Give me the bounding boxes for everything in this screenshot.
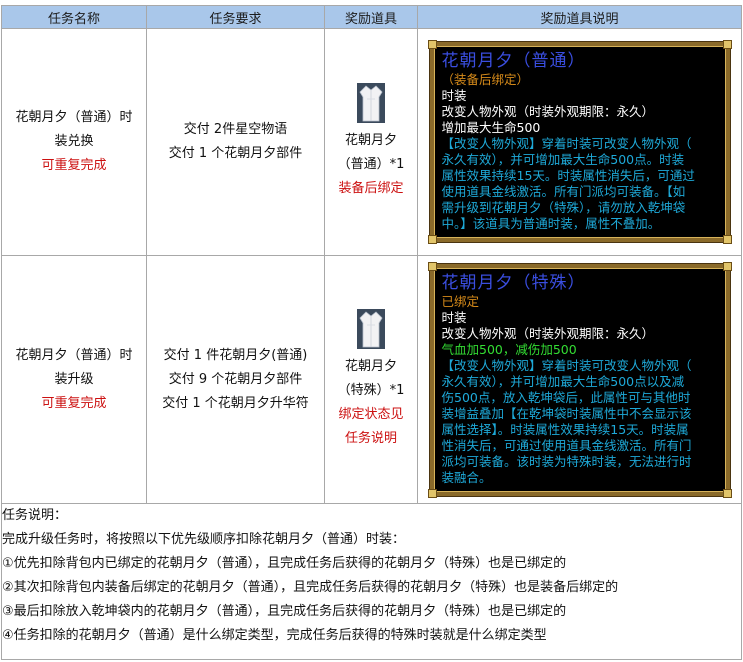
reward-bind-label: 装备后绑定 bbox=[338, 181, 404, 196]
note-line: 完成升级任务时，将按照以下优先级顺序扣除花朝月夕（普通）时装： bbox=[2, 532, 406, 547]
tooltip-title: 花朝月夕（特殊） bbox=[441, 272, 586, 293]
note-line: ②其次扣除背包内装备后绑定的花朝月夕（普通），且完成任务后获得的花朝月夕（特殊）… bbox=[2, 580, 619, 595]
robe-icon bbox=[357, 308, 385, 349]
header-task-name: 任务名称 bbox=[1, 5, 147, 29]
task-name-cell: 花朝月夕（普通）时 装升级 可重复完成 bbox=[1, 255, 147, 504]
tooltip-cell: 花朝月夕（普通） （装备后绑定） 时装 改变人物外观（时装外观期限：永久） 增加… bbox=[417, 28, 742, 256]
note-line: ③最后扣除放入乾坤袋内的花朝月夕（普通），且完成任务后获得的花朝月夕（特殊）也是… bbox=[2, 604, 567, 619]
page: 任务名称 任务要求 奖励道具 奖励道具说明 花朝月夕（普通）时 装兑换 可重复完… bbox=[0, 0, 743, 662]
reward-name-line: 花朝月夕 bbox=[344, 358, 397, 374]
note-title: 任务说明： bbox=[2, 508, 68, 523]
table-row: 花朝月夕（普通）时 装兑换 可重复完成 交付 2件星空物语 交付 1 个花朝月夕… bbox=[1, 28, 742, 256]
tooltip-desc-line: 中。】该道具为普通时装，属性不叠加。 bbox=[441, 216, 661, 231]
robe-icon bbox=[357, 83, 385, 123]
header-reward-description: 奖励道具说明 bbox=[417, 5, 742, 29]
tooltip-desc-line: 属性选择】。时装属性效果持续15天。时装属 bbox=[441, 421, 689, 437]
task-name-line: 花朝月夕（普通）时 bbox=[15, 110, 133, 125]
task-name-line: 装升级 bbox=[54, 371, 94, 387]
requirement-line: 交付 1 个花朝月夕部件 bbox=[168, 146, 303, 161]
task-name-line: 花朝月夕（普通）时 bbox=[15, 347, 133, 363]
tooltip-desc-line: 使用道具金线激活。所有门派均可装备。【如 bbox=[441, 184, 686, 199]
header-row: 任务名称 任务要求 奖励道具 奖励道具说明 bbox=[1, 5, 742, 29]
tooltip-line: 时装 bbox=[441, 88, 467, 103]
tooltip-desc-line: 伤500点，放入乾坤袋后，此属性可与其他时 bbox=[441, 389, 691, 405]
tooltip-desc-line: 派均可装备。该时装为特殊时装，无法进行时 bbox=[441, 453, 692, 469]
task-table: 任务名称 任务要求 奖励道具 奖励道具说明 花朝月夕（普通）时 装兑换 可重复完… bbox=[1, 5, 742, 660]
task-name-cell: 花朝月夕（普通）时 装兑换 可重复完成 bbox=[1, 28, 147, 256]
requirement-cell: 交付 1 件花朝月夕(普通) 交付 9 个花朝月夕部件 交付 1 个花朝月夕升华… bbox=[146, 255, 325, 504]
table-row: 花朝月夕（普通）时 装升级 可重复完成 交付 1 件花朝月夕(普通) 交付 9 … bbox=[1, 255, 742, 504]
tooltip-bind: （装备后绑定） bbox=[441, 72, 530, 87]
tooltip-bind: 已绑定 bbox=[441, 293, 480, 309]
header-reward-item: 奖励道具 bbox=[324, 5, 418, 29]
task-name-line: 装兑换 bbox=[54, 134, 94, 149]
reward-bind-line: 绑定状态见 bbox=[338, 406, 404, 422]
tooltip-desc-line: 装融合。 bbox=[441, 469, 492, 485]
task-note: 任务说明： 完成升级任务时，将按照以下优先级顺序扣除花朝月夕（普通）时装： ①优… bbox=[1, 503, 742, 660]
tooltip-title: 花朝月夕（普通） bbox=[441, 51, 586, 71]
reward-cell: 花朝月夕 （特殊）*1 绑定状态见 任务说明 bbox=[324, 255, 418, 504]
requirement-line: 交付 1 个花朝月夕升华符 bbox=[162, 395, 309, 411]
requirement-line: 交付 1 件花朝月夕(普通) bbox=[163, 347, 308, 363]
tooltip-line: 增加最大生命500 bbox=[441, 120, 541, 135]
tooltip-desc-line: 【改变人物外观】穿着时装可改变人物外观（ bbox=[441, 357, 692, 373]
tooltip-line: 改变人物外观（时装外观期限：永久） bbox=[441, 104, 655, 119]
requirement-line: 交付 2件星空物语 bbox=[183, 122, 288, 137]
repeatable-label: 可重复完成 bbox=[41, 158, 107, 173]
requirement-line: 交付 9 个花朝月夕部件 bbox=[168, 371, 303, 387]
tooltip-desc-line: 性消失后，可通过使用道具金线激活。所有门 bbox=[441, 437, 692, 453]
item-tooltip: 花朝月夕（特殊） 已绑定 时装 改变人物外观（时装外观期限：永久） 气血加500… bbox=[427, 261, 732, 498]
note-line: ④任务扣除的花朝月夕（普通）是什么绑定类型，完成任务后获得的特殊时装就是什么绑定… bbox=[2, 628, 547, 643]
reward-name-line: 花朝月夕 bbox=[344, 133, 397, 148]
tooltip-desc-line: 永久有效），并可增加最大生命500点。时装 bbox=[441, 152, 685, 167]
note-line: ①优先扣除背包内已绑定的花朝月夕（普通），且完成任务后获得的花朝月夕（特殊）也是… bbox=[2, 556, 567, 571]
tooltip-desc-line: 装增益叠加【在乾坤袋时装属性中不会显示该 bbox=[441, 405, 692, 421]
tooltip-cell: 花朝月夕（特殊） 已绑定 时装 改变人物外观（时装外观期限：永久） 气血加500… bbox=[417, 255, 742, 504]
tooltip-desc-line: 【改变人物外观】穿着时装可改变人物外观（ bbox=[441, 136, 692, 151]
requirement-cell: 交付 2件星空物语 交付 1 个花朝月夕部件 bbox=[146, 28, 325, 256]
reward-name-line: （特殊）*1 bbox=[337, 382, 405, 398]
tooltip-desc-line: 需升级到花朝月夕（特殊），请勿放入乾坤袋 bbox=[441, 200, 686, 215]
item-tooltip: 花朝月夕（普通） （装备后绑定） 时装 改变人物外观（时装外观期限：永久） 增加… bbox=[427, 40, 732, 244]
reward-cell: 花朝月夕 （普通）*1 装备后绑定 bbox=[324, 28, 418, 256]
tooltip-desc-line: 属性效果持续15天。时装属性消失后，可通过 bbox=[441, 168, 695, 183]
reward-name-line: （普通）*1 bbox=[337, 157, 405, 172]
tooltip-desc-line: 永久有效），并可增加最大生命500点以及减 bbox=[441, 373, 685, 389]
tooltip-line: 时装 bbox=[441, 309, 467, 325]
header-task-requirement: 任务要求 bbox=[146, 5, 325, 29]
tooltip-line: 改变人物外观（时装外观期限：永久） bbox=[441, 325, 655, 341]
note-row: 任务说明： 完成升级任务时，将按照以下优先级顺序扣除花朝月夕（普通）时装： ①优… bbox=[1, 503, 742, 660]
repeatable-label: 可重复完成 bbox=[41, 395, 107, 411]
tooltip-green-line: 气血加500，减伤加500 bbox=[441, 341, 577, 357]
reward-bind-line: 任务说明 bbox=[344, 430, 397, 446]
